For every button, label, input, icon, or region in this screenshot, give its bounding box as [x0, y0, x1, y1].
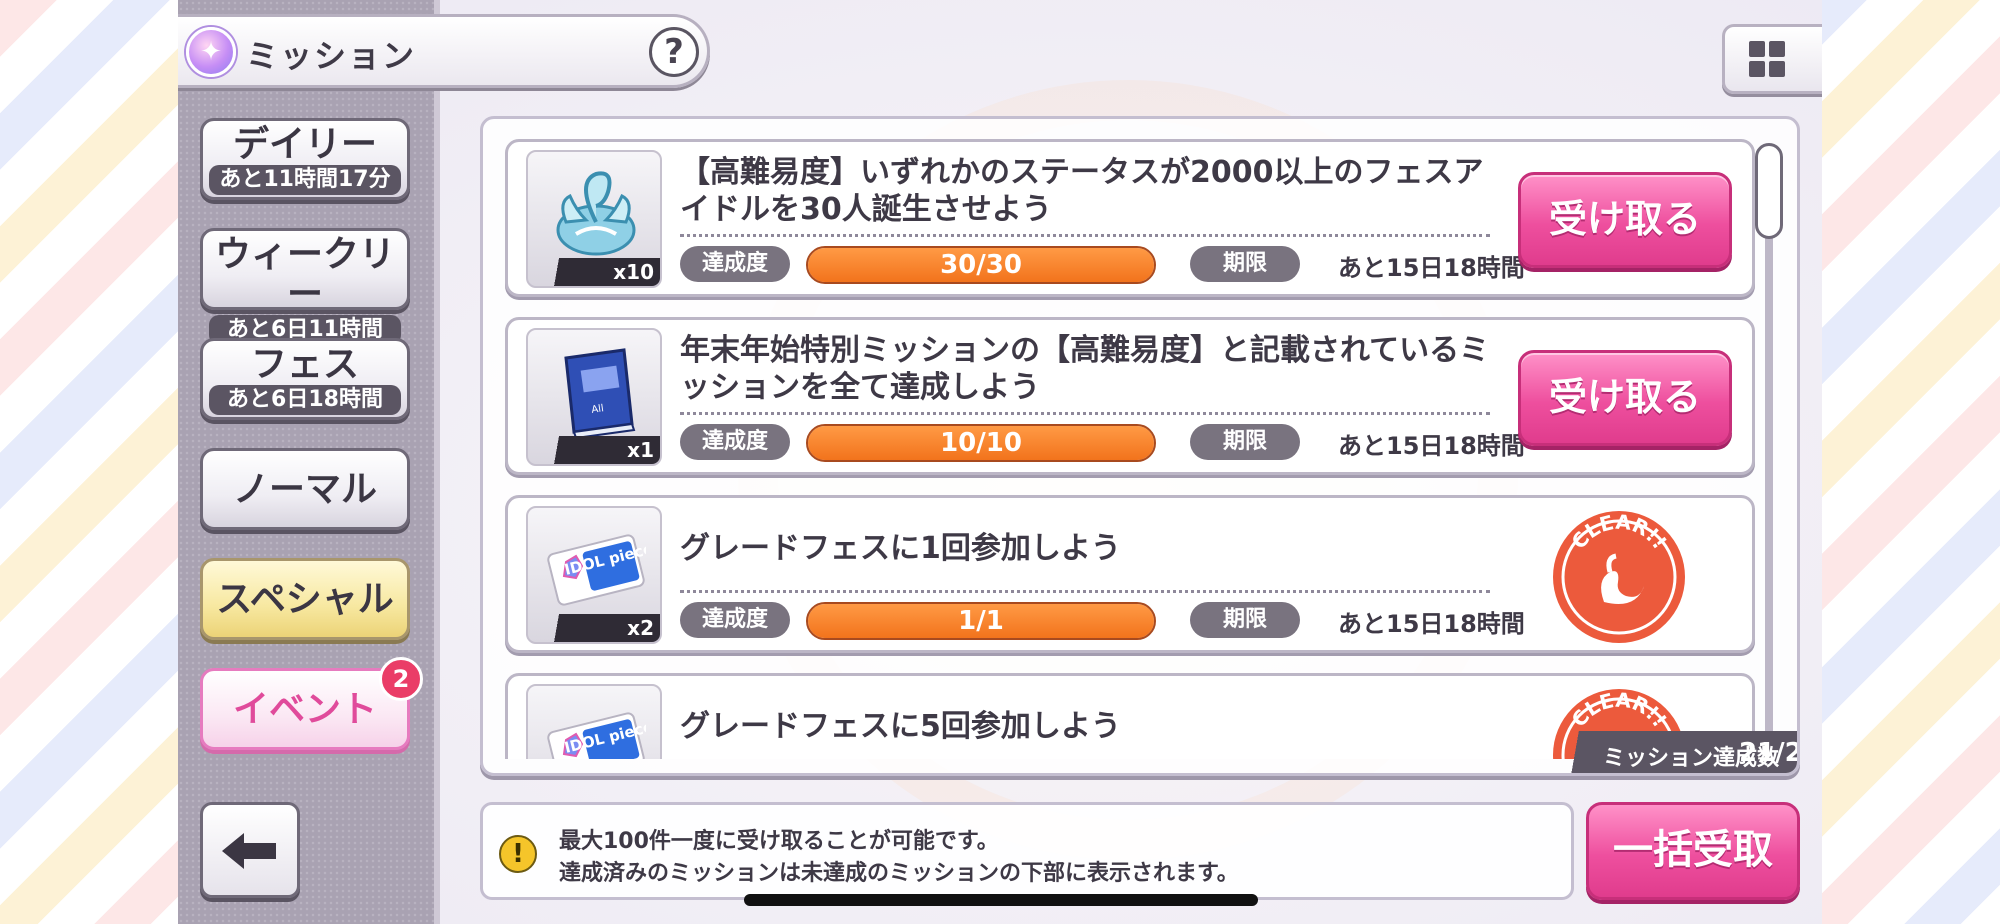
limit-label: 期限: [1190, 246, 1300, 282]
mission-screen: デイリー あと11時間17分 ウィークリー あと6日11時間 フェス あと6日1…: [178, 0, 1822, 924]
tab-normal[interactable]: ノーマル: [200, 448, 410, 530]
tab-normal-label: ノーマル: [232, 469, 377, 510]
reward-item: IDOL piece x2: [526, 506, 662, 644]
reward-quantity: x10: [613, 260, 654, 284]
limit-label: 期限: [1190, 424, 1300, 460]
divider: [680, 412, 1490, 415]
tab-event[interactable]: イベント 2: [200, 657, 423, 750]
progress-label: 達成度: [680, 602, 790, 638]
mission-title: 【高難易度】いずれかのステータスが2000以上のフェスアイドルを30人誕生させよ…: [680, 155, 1484, 227]
home-indicator[interactable]: [744, 894, 1258, 906]
reward-item: x10: [526, 150, 662, 288]
progress-text: 10/10: [940, 428, 1022, 458]
mission-title: グレードフェスに5回参加しよう: [680, 709, 1121, 744]
tab-fes[interactable]: フェス あと6日18時間: [200, 338, 410, 420]
book-icon: All: [564, 348, 636, 440]
scrollbar-thumb[interactable]: [1755, 143, 1783, 239]
mission-emblem-icon: ✦: [186, 27, 236, 77]
tab-daily-label: デイリー: [232, 124, 377, 165]
reward-item: IDOL piece: [526, 684, 662, 759]
tab-daily-remaining: あと11時間17分: [209, 165, 401, 195]
collect-all-button[interactable]: 一括受取: [1586, 802, 1800, 900]
mission-title: 年末年始特別ミッションの【高難易度】と記載されているミッションを全て達成しよう: [680, 333, 1490, 405]
svg-text:All: All: [591, 403, 605, 416]
progress-label: 達成度: [680, 424, 790, 460]
tab-special-label: スペシャル: [216, 579, 394, 620]
reward-quantity: x1: [627, 438, 654, 462]
limit-value: あと15日18時間: [1338, 254, 1525, 282]
tab-event-label: イベント: [232, 689, 377, 730]
tab-fes-remaining: あと6日18時間: [209, 385, 401, 415]
tab-weekly[interactable]: ウィークリー あと6日11時間: [200, 228, 410, 345]
reward-item: All x1: [526, 328, 662, 466]
mission-item: x10 【高難易度】いずれかのステータスが2000以上のフェスアイドルを30人誕…: [505, 139, 1755, 297]
limit-value: あと15日18時間: [1338, 610, 1525, 638]
mission-list: x10 【高難易度】いずれかのステータスが2000以上のフェスアイドルを30人誕…: [505, 139, 1755, 759]
progress-bar: 30/30: [806, 246, 1156, 284]
event-notification-badge: 2: [379, 657, 423, 701]
divider: [680, 234, 1490, 237]
idol-piece-icon: IDOL piece: [547, 534, 646, 606]
receive-button[interactable]: 受け取る: [1518, 350, 1732, 446]
clear-stamp-icon: CLEAR!!: [1553, 510, 1685, 643]
progress-text: 1/1: [958, 606, 1004, 636]
notice-line-1: 最大100件一度に受け取ることが可能です。: [559, 829, 999, 854]
menu-grid-button[interactable]: [1722, 24, 1822, 94]
progress-label: 達成度: [680, 246, 790, 282]
page-title: ミッション: [246, 37, 417, 75]
mission-count-value: 21/21: [1739, 738, 1797, 768]
swan-trophy-icon: [556, 171, 636, 256]
tab-fes-label: フェス: [250, 344, 359, 385]
mission-title: グレードフェスに1回参加しよう: [680, 531, 1121, 566]
mission-item: IDOL piece x2 グレードフェスに1回参加しよう 達成度 1/1 期限…: [505, 495, 1755, 653]
limit-value: あと15日18時間: [1338, 432, 1525, 460]
mission-list-panel: x10 【高難易度】いずれかのステータスが2000以上のフェスアイドルを30人誕…: [480, 116, 1800, 776]
mission-item: All x1 年末年始特別ミッションの【高難易度】と記載されているミッションを全…: [505, 317, 1755, 475]
back-button[interactable]: [200, 802, 300, 898]
notice-line-2: 達成済みのミッションは未達成のミッションの下部に表示されます。: [559, 861, 1239, 886]
tab-special[interactable]: スペシャル: [200, 558, 410, 640]
reward-quantity: x2: [627, 616, 654, 640]
notice-box: ! 最大100件一度に受け取ることが可能です。 達成済みのミッションは未達成のミ…: [480, 802, 1574, 900]
receive-button[interactable]: 受け取る: [1518, 172, 1732, 268]
sidebar: デイリー あと11時間17分 ウィークリー あと6日11時間 フェス あと6日1…: [178, 0, 440, 924]
idol-piece-icon: IDOL piece: [547, 712, 646, 759]
progress-bar: 10/10: [806, 424, 1156, 462]
tab-daily[interactable]: デイリー あと11時間17分: [200, 118, 410, 200]
limit-label: 期限: [1190, 602, 1300, 638]
divider: [680, 590, 1490, 593]
tab-weekly-label: ウィークリー: [214, 234, 395, 315]
warning-icon: !: [499, 835, 537, 873]
progress-bar: 1/1: [806, 602, 1156, 640]
back-arrow-icon: [222, 833, 276, 869]
progress-text: 30/30: [940, 250, 1022, 280]
help-button[interactable]: ?: [649, 27, 699, 77]
title-bar: ✦ ミッション ?: [178, 14, 710, 88]
